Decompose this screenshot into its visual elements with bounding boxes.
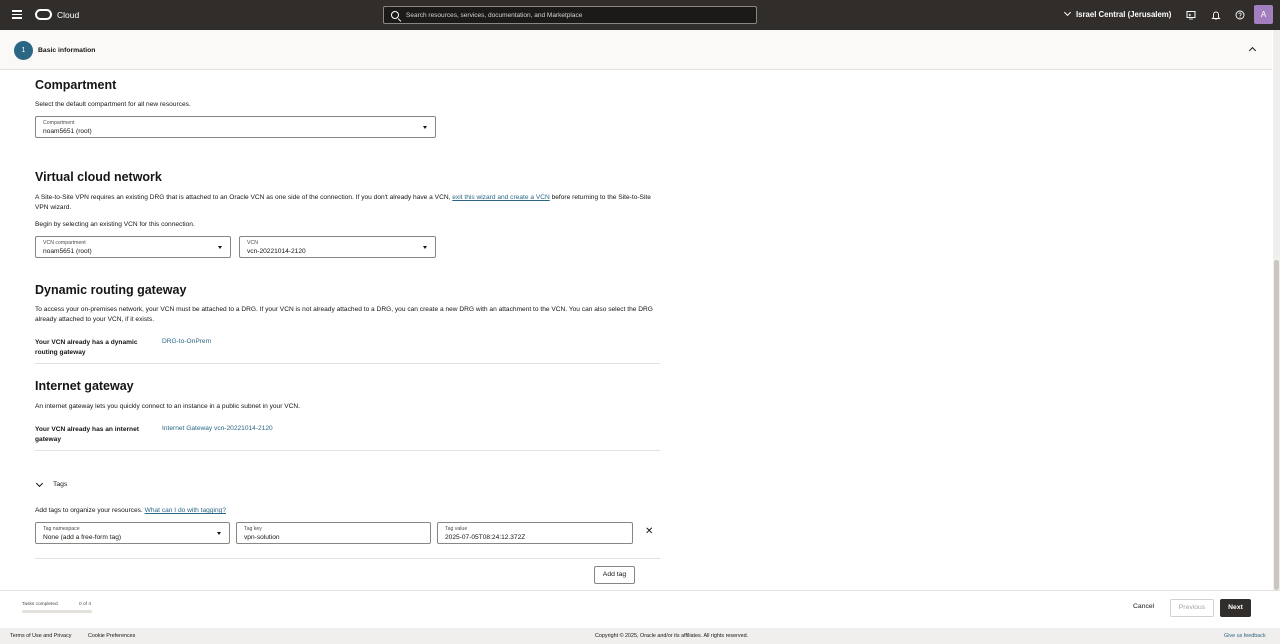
compartment-select[interactable]: Compartment noam5651 (root) — [35, 116, 436, 138]
igw-value: Internet Gateway vcn-20221014-2120 — [162, 425, 273, 432]
tag-key-label: Tag key — [244, 526, 262, 532]
vcn-heading: Virtual cloud network — [35, 170, 162, 184]
vcn-description: A Site-to-Site VPN requires an existing … — [35, 193, 660, 212]
tag-namespace-value: None (add a free-form tag) — [43, 534, 122, 541]
caret-down-icon — [423, 126, 427, 129]
tag-value-value: 2025-07-05T08:24:12.372Z — [445, 534, 526, 541]
tagging-help-link[interactable]: What can I do with tagging? — [145, 507, 226, 514]
drg-heading: Dynamic routing gateway — [35, 283, 187, 297]
chevron-down-icon — [1063, 8, 1072, 17]
cancel-button[interactable]: Cancel — [1133, 603, 1154, 610]
drg-value: DRG-to-OnPrem — [162, 338, 212, 345]
scrollbar-thumb[interactable] — [1274, 260, 1279, 590]
compartment-select-value: noam5651 (root) — [43, 128, 92, 135]
wizard-footer: Tasks completed 0 of 4 Cancel Previous N… — [0, 590, 1280, 626]
caret-down-icon — [423, 246, 427, 249]
chevron-up-icon[interactable] — [1248, 46, 1257, 55]
igw-row-label: Your VCN already has an internet gateway — [35, 426, 139, 443]
wizard-step-header[interactable]: 1 Basic information — [0, 30, 1272, 70]
drg-description: To access your on-premises network, your… — [35, 306, 653, 323]
vcn-select[interactable]: VCN vcn-20221014-2120 — [239, 236, 436, 258]
cookie-preferences-link[interactable]: Cookie Preferences — [88, 633, 135, 639]
region-name: Israel Central (Jerusalem) — [1076, 10, 1172, 19]
help-icon[interactable] — [1235, 10, 1245, 20]
tags-description: Add tags to organize your resources. Wha… — [35, 506, 226, 516]
tag-value-label: Tag value — [445, 526, 468, 532]
remove-tag-close-icon[interactable]: ✕ — [645, 527, 653, 537]
tag-key-input[interactable]: Tag key vpn-solution — [236, 522, 431, 544]
step-title: Basic information — [38, 47, 96, 54]
igw-description: An internet gateway lets you quickly con… — [35, 403, 300, 410]
page-scrollbar[interactable] — [1273, 30, 1280, 590]
add-tag-button[interactable]: Add tag — [594, 566, 635, 584]
caret-down-icon — [217, 532, 221, 535]
next-button[interactable]: Next — [1220, 599, 1251, 617]
vcn-compartment-select[interactable]: VCN compartment noam5651 (root) — [35, 236, 231, 258]
compartment-description: Select the default compartment for all n… — [35, 101, 191, 108]
oracle-logo-icon[interactable] — [35, 9, 52, 20]
step-number-badge: 1 — [14, 41, 33, 60]
search-icon — [391, 11, 399, 19]
divider — [35, 450, 660, 451]
search-box[interactable]: Search resources, services, documentatio… — [383, 6, 757, 24]
tags-description-text: Add tags to organize your resources. — [35, 507, 143, 514]
tag-key-value: vpn-solution — [244, 534, 280, 541]
previous-button[interactable]: Previous — [1170, 599, 1214, 617]
cloud-shell-icon[interactable] — [1186, 10, 1196, 20]
vcn-description-text: A Site-to-Site VPN requires an existing … — [35, 194, 451, 201]
menu-icon[interactable] — [12, 10, 22, 19]
user-avatar[interactable]: A — [1254, 5, 1273, 24]
tag-value-input[interactable]: Tag value 2025-07-05T08:24:12.372Z — [437, 522, 633, 544]
compartment-select-label: Compartment — [43, 120, 75, 126]
vcn-compartment-label: VCN compartment — [43, 240, 86, 246]
vcn-begin-text: Begin by selecting an existing VCN for t… — [35, 221, 195, 228]
brand-name[interactable]: Cloud — [57, 10, 79, 20]
divider — [35, 363, 660, 364]
tag-namespace-select[interactable]: Tag namespace None (add a free-form tag) — [35, 522, 230, 544]
top-navigation-bar: Cloud Search resources, services, docume… — [0, 0, 1280, 30]
vcn-select-label: VCN — [247, 240, 258, 246]
tasks-progress-bar — [22, 610, 92, 613]
tags-section-toggle[interactable]: Tags — [53, 481, 67, 488]
divider — [35, 558, 660, 559]
legal-footer: Terms of Use and Privacy Cookie Preferen… — [0, 628, 1280, 644]
region-selector[interactable]: Israel Central (Jerusalem) — [1063, 8, 1172, 19]
chevron-down-icon[interactable] — [35, 479, 44, 488]
drg-row-label: Your VCN already has a dynamic routing g… — [35, 339, 138, 356]
tasks-completed-label: Tasks completed — [22, 602, 58, 607]
terms-link[interactable]: Terms of Use and Privacy — [10, 633, 71, 639]
compartment-heading: Compartment — [35, 78, 117, 92]
exit-wizard-link[interactable]: exit this wizard and create a VCN — [452, 194, 549, 201]
caret-down-icon — [218, 246, 222, 249]
search-placeholder: Search resources, services, documentatio… — [406, 11, 583, 19]
feedback-link[interactable]: Give us feedback — [1224, 633, 1266, 639]
vcn-select-value: vcn-20221014-2120 — [247, 248, 306, 255]
vcn-compartment-value: noam5651 (root) — [43, 248, 92, 255]
notifications-icon[interactable] — [1211, 10, 1221, 20]
copyright-text: Copyright © 2025, Oracle and/or its affi… — [595, 633, 749, 639]
tag-namespace-label: Tag namespace — [43, 526, 80, 532]
tasks-completed-count: 0 of 4 — [79, 602, 92, 607]
igw-heading: Internet gateway — [35, 379, 134, 393]
